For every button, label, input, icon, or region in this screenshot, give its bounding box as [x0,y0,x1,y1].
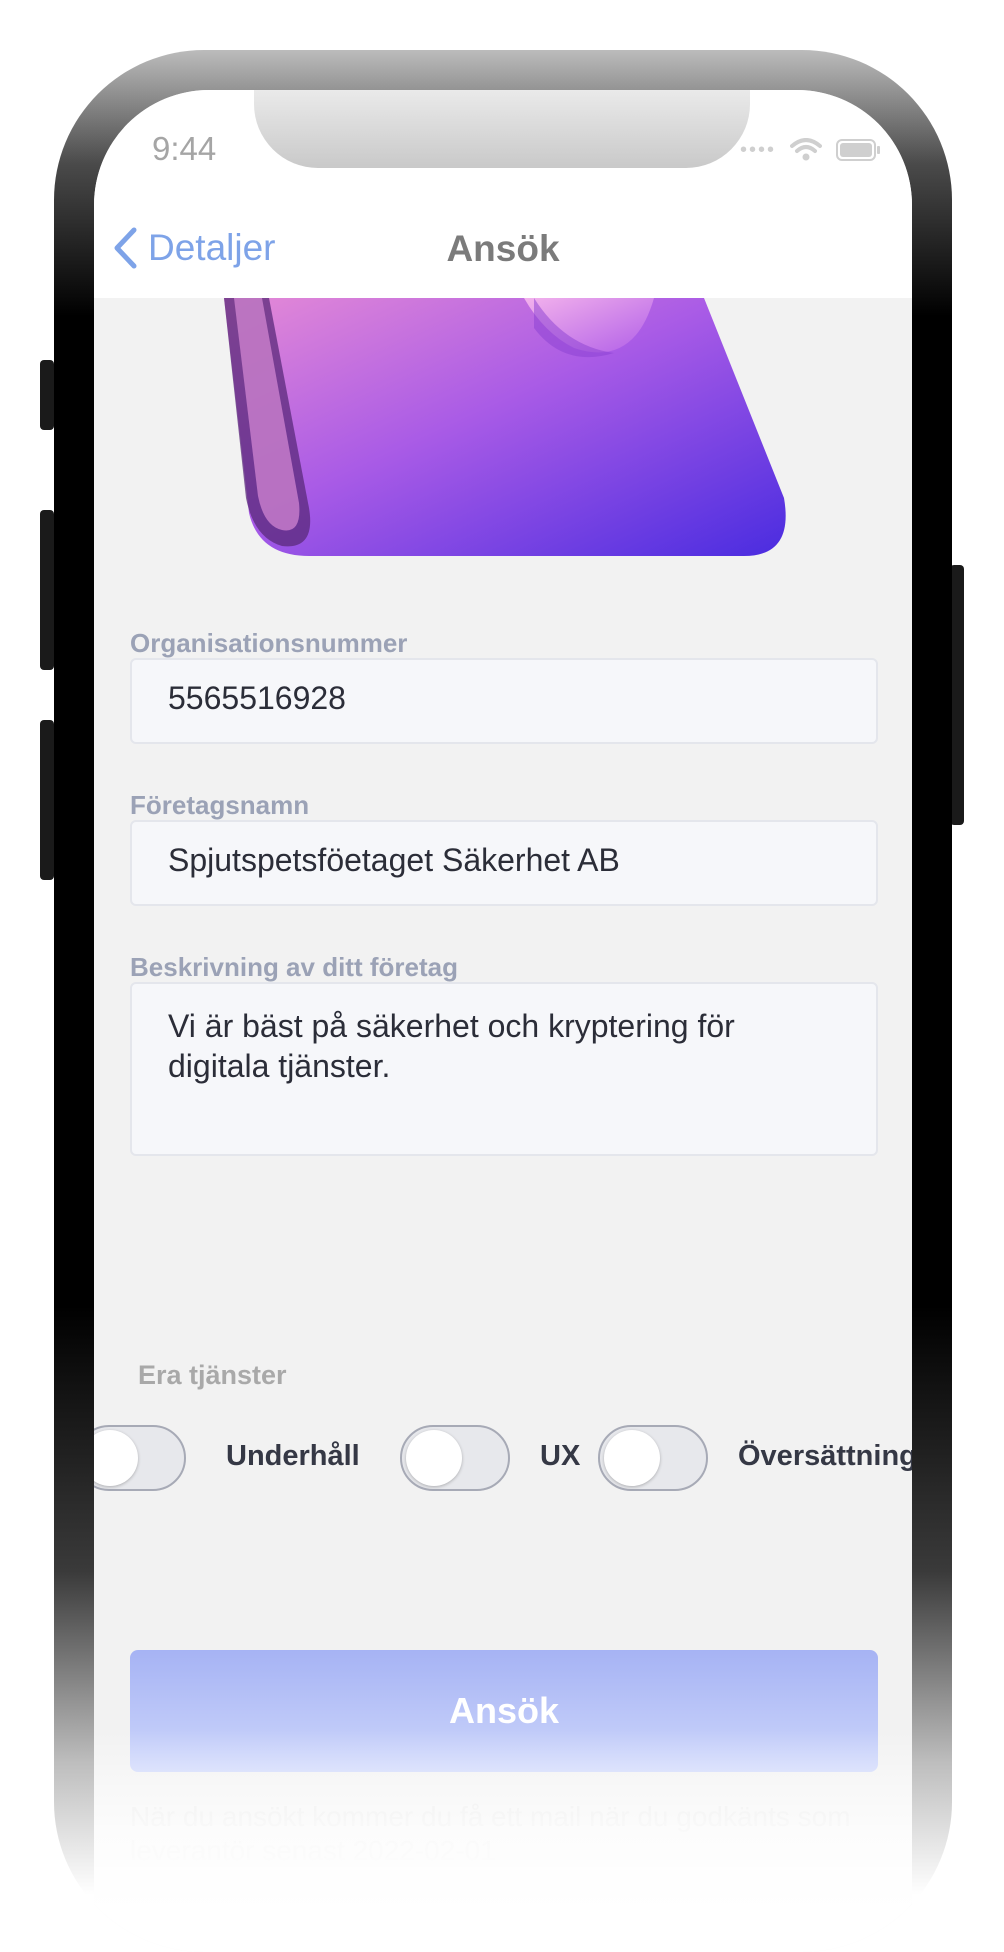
toggle-label-underhall: Underhåll [226,1440,360,1472]
info-text: När du ansökt kommer du få ett mail när … [130,1801,851,1866]
toggle-ux[interactable] [400,1425,510,1491]
signal-icon: •••• [739,138,776,161]
notch [254,90,750,168]
toggle-knob [604,1430,660,1486]
company-name-field[interactable]: Spjutspetsföetaget Säkerhet AB [130,820,878,906]
battery-icon [836,139,880,161]
description-label: Beskrivning av ditt företag [130,952,458,982]
page-title: Ansök [446,228,560,269]
toggle-label-ux: UX [540,1440,581,1472]
description-textarea[interactable]: Vi är bäst på säkerhet och kryptering fö… [130,982,878,1156]
services-label: Era tjänster [138,1360,287,1390]
toggle-label-oversattning: Översättning [738,1440,912,1472]
toggle-oversattning[interactable] [598,1425,708,1491]
toggle-knob [406,1430,462,1486]
app-screen: 9:44 •••• Detaljer Ansök Organisationsnu… [94,90,912,1952]
status-icons: •••• [740,138,882,162]
status-time: 9:44 [152,130,217,167]
mute-switch [40,360,54,430]
company-name-label: Företagsnamn [130,790,310,820]
phone-frame: 9:44 •••• Detaljer Ansök Organisationsnu… [54,50,952,1952]
wifi-icon [790,138,822,161]
toggle-knob [94,1430,138,1486]
toggle-underhall[interactable] [94,1425,186,1491]
folder-illustration [224,298,786,556]
volume-up-button [40,510,54,670]
volume-down-button [40,720,54,880]
org-number-label: Organisationsnummer [130,628,408,658]
submit-button[interactable]: Ansök [130,1650,878,1772]
org-number-field[interactable]: 5565516928 [130,658,878,744]
power-button [950,565,964,825]
